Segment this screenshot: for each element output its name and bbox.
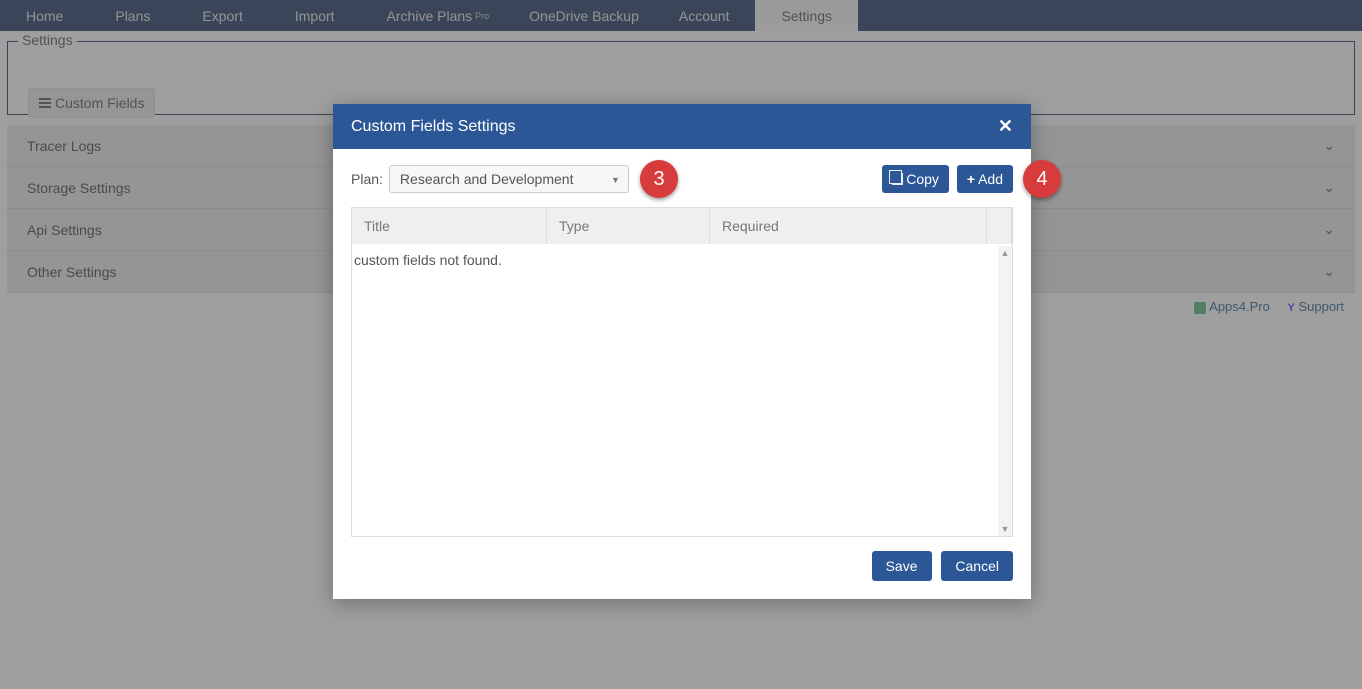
custom-fields-modal: Custom Fields Settings ✕ Plan: Research … [333,104,1031,599]
copy-icon [892,173,903,185]
close-icon[interactable]: ✕ [998,116,1013,137]
modal-title: Custom Fields Settings [351,118,516,136]
fields-grid: Title Type Required custom fields not fo… [351,207,1013,537]
plan-select[interactable]: Research and Development [389,165,629,193]
col-title[interactable]: Title [352,208,547,244]
annotation-4: 4 [1023,160,1061,198]
modal-header: Custom Fields Settings ✕ [333,104,1031,149]
grid-empty-message: custom fields not found. [352,244,1012,268]
save-button[interactable]: Save [872,551,932,581]
plan-label: Plan: [351,171,383,187]
plan-selected-value: Research and Development [400,171,574,187]
col-actions [987,208,1012,244]
col-type[interactable]: Type [547,208,710,244]
col-required[interactable]: Required [710,208,987,244]
scroll-down-icon[interactable]: ▼ [998,522,1012,536]
plus-icon: + [967,171,975,187]
grid-header: Title Type Required [352,208,1012,244]
add-button[interactable]: + Add [957,165,1013,193]
annotation-3: 3 [640,160,678,198]
cancel-button[interactable]: Cancel [941,551,1013,581]
scroll-up-icon[interactable]: ▲ [998,246,1012,260]
grid-scrollbar[interactable]: ▲ ▼ [998,246,1012,536]
copy-button[interactable]: Copy [882,165,949,193]
